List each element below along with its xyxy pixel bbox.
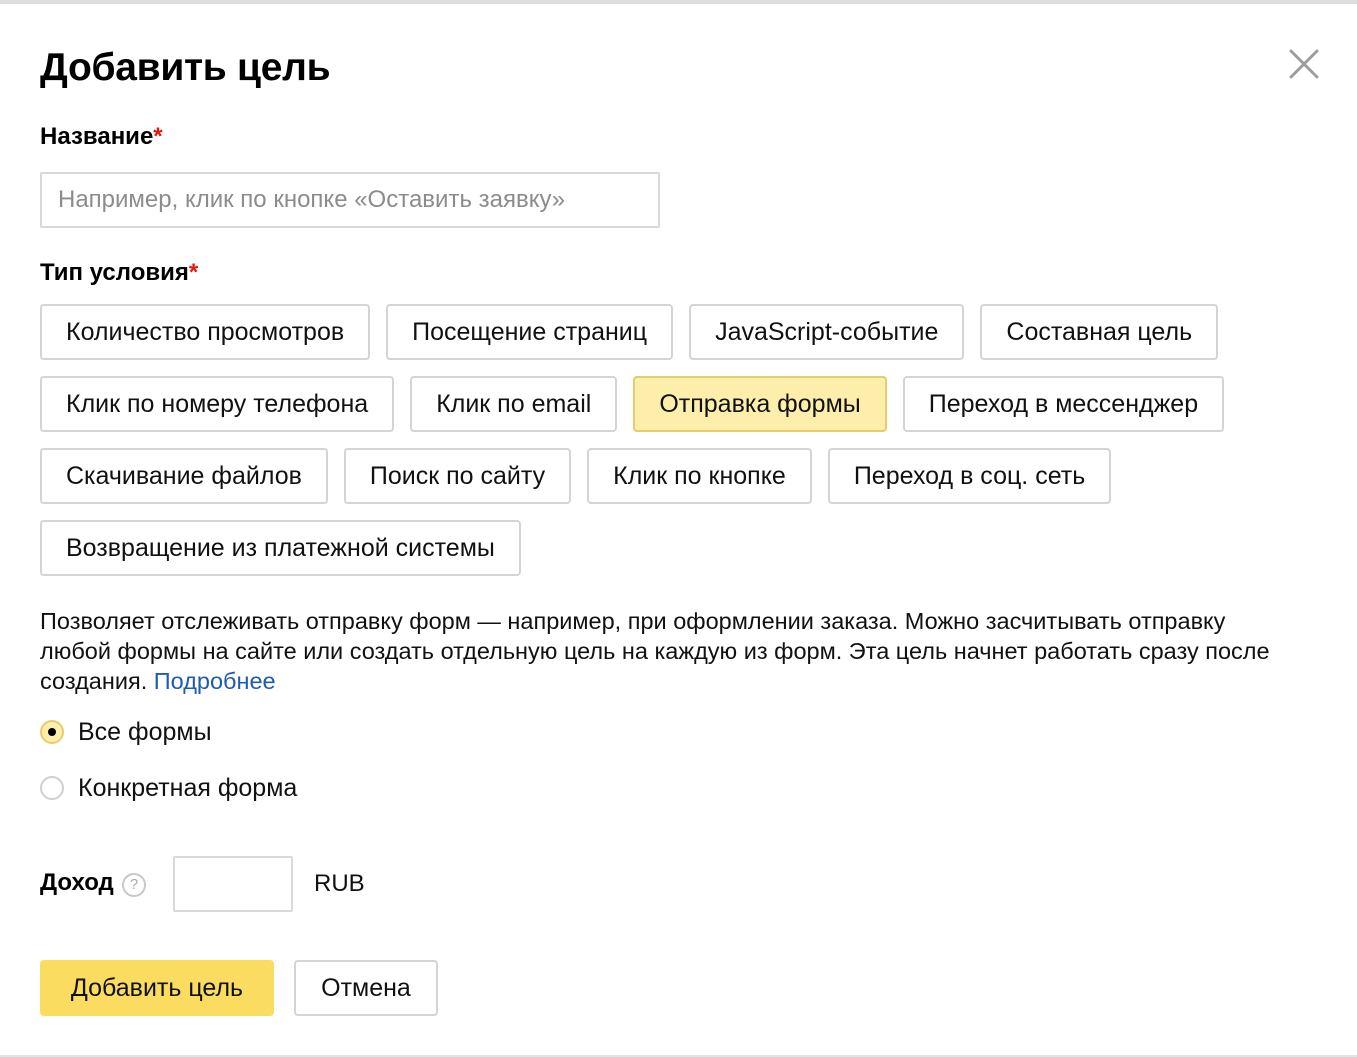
goal-name-input[interactable] <box>40 172 660 228</box>
type-option-site-search[interactable]: Поиск по сайту <box>343 448 572 504</box>
type-option-file-download[interactable]: Скачивание файлов <box>40 448 328 504</box>
condition-type-row: Количество просмотров Посещение страниц … <box>40 304 1330 360</box>
add-goal-dialog: Добавить цель Название* Тип условия* Кол… <box>0 0 1357 1057</box>
name-label-text: Название <box>40 123 154 150</box>
goal-type-description: Позволяет отслеживать отправку форм — на… <box>40 606 1270 696</box>
cancel-button[interactable]: Отмена <box>294 960 438 1016</box>
radio-all-forms[interactable]: Все формы <box>40 715 212 749</box>
close-icon <box>1289 49 1319 79</box>
radio-button-checked[interactable] <box>40 720 64 744</box>
type-option-messenger[interactable]: Переход в мессенджер <box>902 376 1225 432</box>
required-mark: * <box>153 123 163 150</box>
type-option-views[interactable]: Количество просмотров <box>40 304 371 360</box>
question-circle-icon[interactable]: ? <box>122 873 146 897</box>
type-option-payment-return[interactable]: Возвращение из платежной системы <box>40 520 521 576</box>
close-button[interactable] <box>1282 42 1326 86</box>
radio-label: Все формы <box>78 717 212 746</box>
condition-type-row: Скачивание файлов Поиск по сайту Клик по… <box>40 448 1330 504</box>
radio-specific-form[interactable]: Конкретная форма <box>40 771 297 805</box>
add-goal-button[interactable]: Добавить цель <box>40 960 274 1016</box>
top-divider <box>0 0 1357 4</box>
required-mark: * <box>188 259 199 286</box>
income-input[interactable] <box>173 856 293 912</box>
type-option-phone-click[interactable]: Клик по номеру телефона <box>40 376 395 432</box>
type-option-page-visit[interactable]: Посещение страниц <box>386 304 674 360</box>
type-option-javascript-event[interactable]: JavaScript-событие <box>689 304 965 360</box>
type-option-social-network[interactable]: Переход в соц. сеть <box>827 448 1112 504</box>
radio-label: Конкретная форма <box>78 773 298 802</box>
type-option-composite-goal[interactable]: Составная цель <box>980 304 1219 360</box>
condition-type-row: Клик по номеру телефона Клик по email От… <box>40 376 1330 432</box>
dialog-title: Добавить цель <box>40 46 331 89</box>
type-option-button-click[interactable]: Клик по кнопке <box>587 448 812 504</box>
condition-type-row: Возвращение из платежной системы <box>40 520 1330 576</box>
type-option-email-click[interactable]: Клик по email <box>410 376 618 432</box>
currency-label: RUB <box>314 870 365 897</box>
more-info-link[interactable]: Подробнее <box>154 668 276 694</box>
condition-type-group: Количество просмотров Посещение страниц … <box>40 304 1330 592</box>
radio-button[interactable] <box>40 776 64 800</box>
condition-type-label: Тип условия* <box>40 258 198 288</box>
name-label: Название* <box>40 122 163 152</box>
condition-type-label-text: Тип условия <box>40 259 189 286</box>
income-label: Доход <box>40 869 114 896</box>
type-option-form-submit[interactable]: Отправка формы <box>633 376 887 432</box>
